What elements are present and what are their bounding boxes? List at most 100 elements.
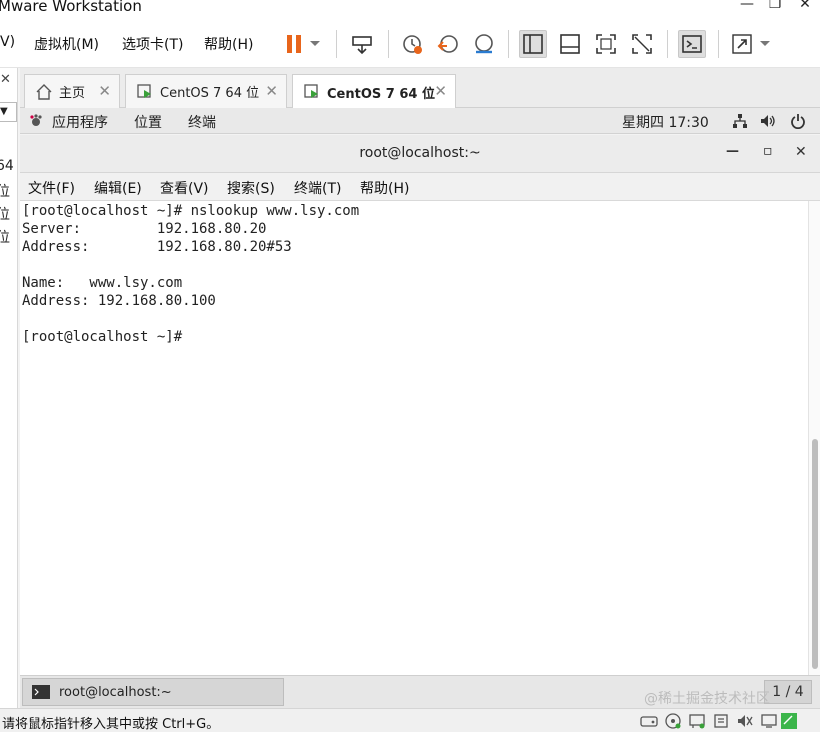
library-item[interactable]: 位 [0, 181, 10, 201]
terminal-title: root@localhost:~ [359, 145, 481, 161]
library-item[interactable]: 位 [0, 204, 10, 224]
unity-mode-button[interactable] [628, 30, 656, 58]
take-snapshot-button[interactable] [398, 30, 426, 58]
terminal-output[interactable]: [root@localhost ~]# nslookup www.lsy.com… [22, 201, 808, 675]
toolbar-separator [667, 30, 668, 58]
show-library-button[interactable] [519, 30, 547, 58]
status-bar: 请将鼠标指针移入其中或按 Ctrl+G。 [0, 708, 820, 732]
tab-label: 主页 [59, 86, 86, 101]
sidebar-icon [523, 34, 543, 54]
usb-icon [714, 714, 728, 728]
gnome-top-bar: 应用程序 位置 终端 星期四 17:30 [20, 108, 820, 134]
terminal-icon [32, 685, 50, 699]
terminal-menu-bar: 文件(F) 编辑(E) 查看(V) 搜索(S) 终端(T) 帮助(H) [20, 173, 820, 201]
sound-card-icon [738, 715, 753, 727]
menu-help[interactable]: 帮助(H) [204, 34, 253, 54]
taskbar-terminal-item[interactable]: root@localhost:~ [22, 678, 284, 706]
applications-menu[interactable]: 应用程序 [52, 112, 108, 132]
guest-taskbar: root@localhost:~ 1 / 4 @稀土掘金技术社区 [20, 675, 820, 708]
hard-disk-icon [640, 716, 658, 727]
terminal-title-bar: root@localhost:~ — ▫ ✕ [20, 135, 820, 173]
terminal-menu-help[interactable]: 帮助(H) [360, 178, 409, 198]
library-close-button[interactable]: ✕ [0, 72, 11, 87]
terminal-menu-terminal[interactable]: 终端(T) [294, 178, 341, 198]
terminal-line: Server: 192.168.80.20 [22, 221, 267, 237]
terminal-close-button[interactable]: ✕ [795, 144, 807, 160]
pause-button[interactable] [280, 30, 308, 58]
vm-icon [304, 84, 318, 98]
cd-dvd-icon [665, 713, 681, 729]
terminal-menu-edit[interactable]: 编辑(E) [94, 178, 142, 198]
stretch-dropdown[interactable] [756, 30, 774, 58]
terminal-maximize-button[interactable]: ▫ [763, 143, 773, 159]
terminal-line: Address: 192.168.80.100 [22, 293, 216, 309]
vm-icon [137, 83, 151, 98]
unity-icon [632, 34, 652, 54]
scrollbar-thumb[interactable] [812, 439, 818, 669]
tab-close-icon[interactable]: ✕ [265, 82, 278, 100]
minimize-button[interactable]: — [732, 0, 762, 12]
terminal-menu-search[interactable]: 搜索(S) [227, 178, 275, 198]
tab-label: CentOS 7 64 位 [160, 86, 260, 101]
network-icon [733, 114, 747, 128]
pause-icon [287, 35, 301, 53]
library-item[interactable]: 64 [0, 158, 14, 174]
tab-strip: 主页 ✕ CentOS 7 64 位 ✕ CentOS 7 64 位 ✕ [20, 68, 820, 109]
chevron-down-icon [760, 41, 770, 46]
toolbar-separator [508, 30, 509, 58]
terminal-minimize-button[interactable]: — [726, 144, 739, 159]
close-button[interactable]: ✕ [790, 0, 820, 12]
tab-centos-1[interactable]: CentOS 7 64 位 ✕ [125, 74, 287, 108]
taskbar-item-label: root@localhost:~ [59, 684, 172, 700]
menu-tabs[interactable]: 选项卡(T) [122, 34, 183, 54]
power-icon [791, 114, 805, 129]
places-menu[interactable]: 位置 [134, 112, 162, 132]
pause-dropdown[interactable] [306, 30, 324, 58]
library-dropdown[interactable]: ▼ [0, 102, 17, 122]
clock[interactable]: 星期四 17:30 [622, 112, 709, 132]
gnome-foot-icon [30, 114, 42, 126]
tab-home[interactable]: 主页 ✕ [24, 74, 120, 108]
toolbar-separator [718, 30, 719, 58]
tab-close-icon[interactable]: ✕ [98, 82, 111, 100]
menu-view[interactable]: V) [0, 34, 15, 50]
home-icon [36, 83, 52, 100]
toolbar-separator [388, 30, 389, 58]
stretch-icon [732, 34, 752, 54]
revert-snapshot-button[interactable] [434, 30, 462, 58]
menu-vm[interactable]: 虚拟机(M) [34, 34, 99, 54]
library-item[interactable]: 位 [0, 227, 10, 247]
fullscreen-icon [596, 34, 616, 54]
terminal-app-menu[interactable]: 终端 [188, 112, 216, 132]
menu-toolbar: V) 虚拟机(M) 选项卡(T) 帮助(H) [0, 20, 820, 68]
display-icon [761, 714, 777, 728]
stretch-guest-button[interactable] [728, 30, 756, 58]
terminal-window: root@localhost:~ — ▫ ✕ 文件(F) 编辑(E) 查看(V)… [20, 135, 820, 675]
terminal-scrollbar[interactable] [808, 201, 820, 675]
maximize-button[interactable]: ❐ [760, 0, 790, 12]
thumbnail-bar-icon [560, 34, 580, 54]
revert-snapshot-icon [437, 35, 458, 53]
console-view-button[interactable] [678, 30, 706, 58]
status-hint: 请将鼠标指针移入其中或按 Ctrl+G。 [2, 717, 220, 732]
tab-centos-2[interactable]: CentOS 7 64 位 ✕ [292, 74, 456, 109]
terminal-icon [682, 35, 702, 53]
title-bar: Mware Workstation — ❐ ✕ [0, 0, 820, 20]
terminal-menu-file[interactable]: 文件(F) [28, 178, 75, 198]
watermark: @稀土掘金技术社区 [644, 691, 770, 707]
snapshot-clock-icon [403, 35, 422, 54]
terminal-menu-view[interactable]: 查看(V) [160, 178, 209, 198]
full-screen-button[interactable] [592, 30, 620, 58]
keyboard-send-icon [352, 36, 372, 55]
terminal-prompt-line: [root@localhost ~]# [22, 329, 191, 345]
snapshot-manager-button[interactable] [470, 30, 498, 58]
tab-close-icon[interactable]: ✕ [434, 82, 447, 100]
chevron-down-icon [310, 41, 320, 46]
library-panel: ✕ ▼ 64 位 位 位 [0, 68, 18, 708]
volume-icon [761, 115, 775, 127]
send-ctrl-alt-del-button[interactable] [348, 30, 376, 58]
workspace-pager[interactable]: 1 / 4 [764, 680, 812, 704]
thumbnail-bar-button[interactable] [556, 30, 584, 58]
terminal-line: Name: www.lsy.com [22, 275, 183, 291]
app-title: Mware Workstation [0, 0, 142, 15]
